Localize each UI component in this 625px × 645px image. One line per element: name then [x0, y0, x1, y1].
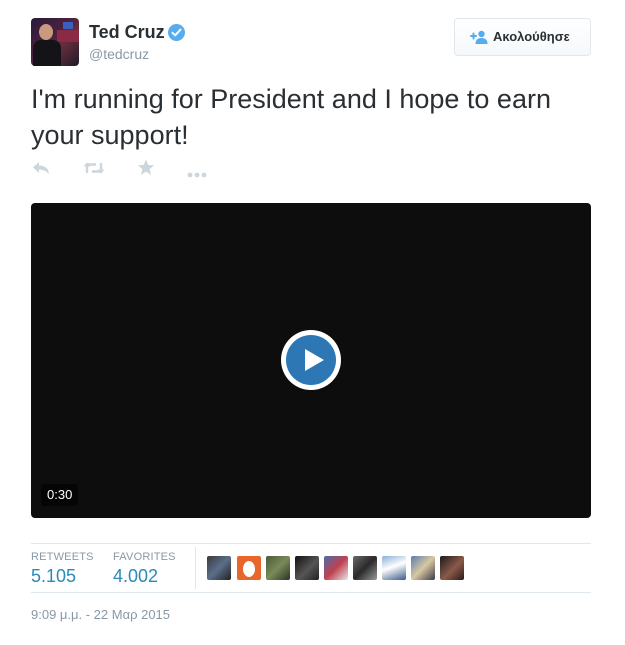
- avatar-flag: [63, 22, 73, 29]
- favorites-stat[interactable]: FAVORITES 4.002: [113, 551, 176, 587]
- avatar-head: [39, 24, 53, 40]
- stats-divider: [195, 547, 196, 589]
- more-dots-icon[interactable]: [187, 165, 207, 183]
- retweets-stat[interactable]: RETWEETS 5.105: [31, 551, 94, 587]
- follow-button[interactable]: Ακολούθησε: [454, 18, 591, 56]
- retweet-icon[interactable]: [83, 161, 105, 180]
- avatar[interactable]: [31, 18, 79, 66]
- favoriter-avatar[interactable]: [411, 556, 435, 580]
- follow-button-label: Ακολούθησε: [493, 29, 570, 44]
- favoriter-avatar[interactable]: [207, 556, 231, 580]
- avatar-body: [33, 40, 61, 66]
- favoriter-avatar[interactable]: [324, 556, 348, 580]
- divider: [31, 543, 591, 544]
- play-button[interactable]: [281, 330, 341, 390]
- default-egg-avatar[interactable]: [237, 556, 261, 580]
- favorites-label: FAVORITES: [113, 551, 176, 563]
- favoriter-avatar[interactable]: [382, 556, 406, 580]
- verified-badge-icon: [168, 24, 185, 41]
- divider: [31, 592, 591, 593]
- star-icon[interactable]: [137, 159, 155, 181]
- reply-icon[interactable]: [32, 161, 50, 180]
- favorites-count: 4.002: [113, 566, 159, 586]
- tweet-timestamp[interactable]: 9:09 μ.μ. - 22 Μαρ 2015: [31, 607, 170, 622]
- video-duration: 0:30: [41, 484, 79, 506]
- video-player[interactable]: 0:30: [31, 203, 591, 518]
- retweets-count: 5.105: [31, 566, 77, 586]
- tweet-text: I'm running for President and I hope to …: [31, 84, 551, 150]
- user-name[interactable]: Ted Cruz: [89, 22, 165, 43]
- retweets-label: RETWEETS: [31, 551, 94, 563]
- favoriter-avatar[interactable]: [295, 556, 319, 580]
- follow-person-plus-icon: [468, 30, 488, 49]
- user-handle[interactable]: @tedcruz: [89, 46, 149, 62]
- favoriter-avatar[interactable]: [266, 556, 290, 580]
- favoriter-avatar[interactable]: [353, 556, 377, 580]
- play-icon: [286, 335, 336, 385]
- favoriter-avatar[interactable]: [440, 556, 464, 580]
- avatar-banner: [57, 30, 79, 42]
